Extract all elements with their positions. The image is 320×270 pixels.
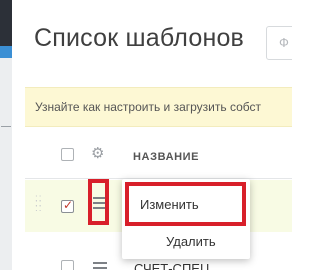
search-placeholder: Ф	[279, 35, 289, 50]
page-title: Список шаблонов	[34, 24, 245, 52]
table-header: ⚙ НАЗВАНИЕ	[25, 131, 292, 179]
left-nav-strip	[0, 0, 12, 270]
gear-icon[interactable]: ⚙	[91, 144, 104, 162]
row-name[interactable]: СЧЕТ-СПЕЦ	[134, 261, 210, 270]
hamburger-menu-icon[interactable]	[93, 262, 107, 270]
info-banner-text[interactable]: Узнайте как настроить и загрузить собст	[35, 100, 261, 114]
checkmark-icon: ✓	[63, 198, 74, 212]
column-header-name[interactable]: НАЗВАНИЕ	[133, 151, 199, 163]
row-checkbox[interactable]	[61, 260, 74, 270]
search-input[interactable]: Ф	[266, 26, 292, 60]
menu-item-delete[interactable]: Удалить	[166, 234, 216, 249]
info-banner: Узнайте как настроить и загрузить собст	[25, 87, 292, 127]
nav-active-indicator[interactable]	[0, 46, 12, 58]
highlight-box-menu-button	[88, 179, 109, 225]
menu-item-edit[interactable]: Изменить	[140, 197, 199, 212]
nav-dark-panel	[0, 0, 12, 46]
nav-divider	[1, 126, 11, 127]
drag-handle-icon[interactable]: :: :: ::	[35, 194, 45, 214]
select-all-checkbox[interactable]	[61, 148, 74, 161]
app-root: Список шаблонов Ф Узнайте как настроить …	[0, 0, 292, 270]
row-checkbox[interactable]: ✓	[61, 198, 74, 213]
